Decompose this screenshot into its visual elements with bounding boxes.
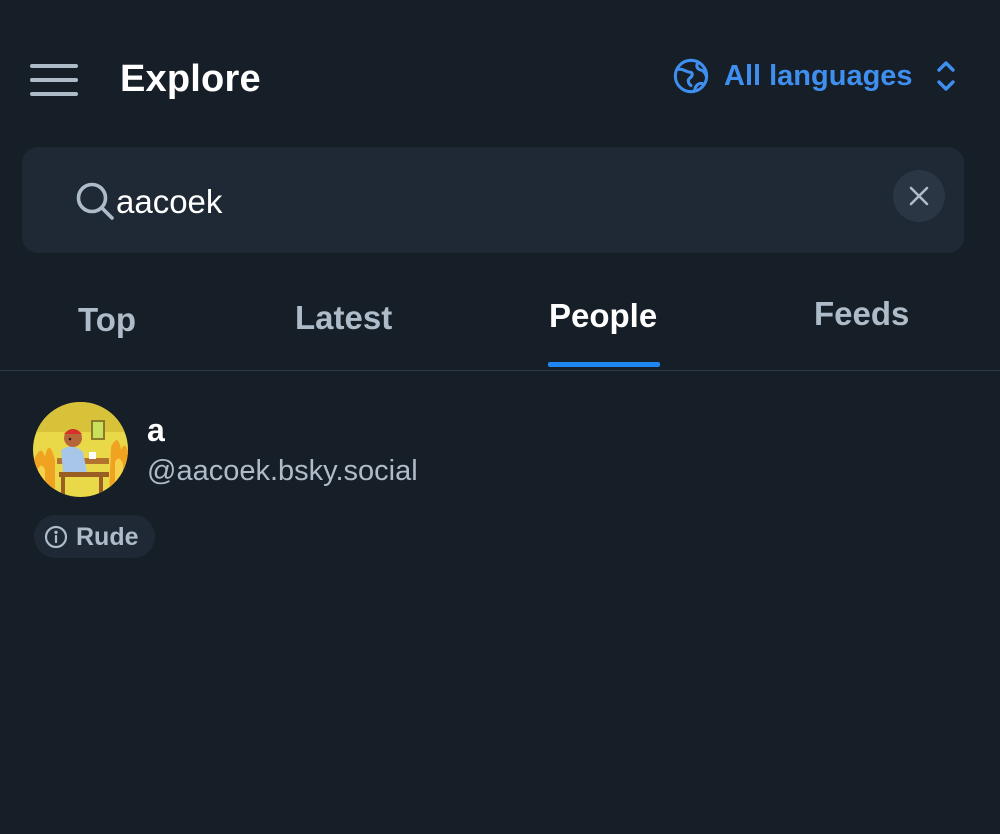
tab-latest[interactable]: Latest: [295, 296, 392, 340]
close-icon: [909, 186, 929, 206]
active-tab-indicator: [548, 362, 660, 367]
info-icon: [44, 525, 68, 548]
search-bar: [22, 147, 964, 253]
avatar[interactable]: [33, 402, 128, 497]
user-handle: @aacoek.bsky.social: [147, 455, 418, 487]
chevron-up-down-icon: [936, 61, 955, 91]
explore-screen: Explore All languages aacoek Top Latest …: [0, 0, 1000, 834]
tab-top[interactable]: Top: [78, 298, 136, 342]
tab-people[interactable]: People: [549, 294, 657, 338]
globe-icon: [673, 58, 709, 94]
moderation-label-badge[interactable]: Rude: [34, 515, 155, 558]
search-icon: [76, 182, 114, 220]
moderation-label-text: Rude: [76, 522, 139, 551]
hamburger-menu-icon[interactable]: [26, 58, 82, 102]
search-input[interactable]: [116, 177, 876, 227]
list-item[interactable]: a @aacoek.bsky.social Rude: [0, 385, 1000, 575]
page-title: Explore: [120, 58, 261, 100]
search-tabs: Top Latest People Feeds: [0, 270, 1000, 371]
language-selector-button[interactable]: All languages: [672, 52, 959, 100]
header: Explore All languages: [0, 0, 1000, 140]
language-selector-label: All languages: [724, 60, 913, 92]
display-name: a: [147, 412, 165, 448]
clear-search-button[interactable]: [893, 170, 945, 222]
tab-feeds[interactable]: Feeds: [814, 292, 909, 336]
